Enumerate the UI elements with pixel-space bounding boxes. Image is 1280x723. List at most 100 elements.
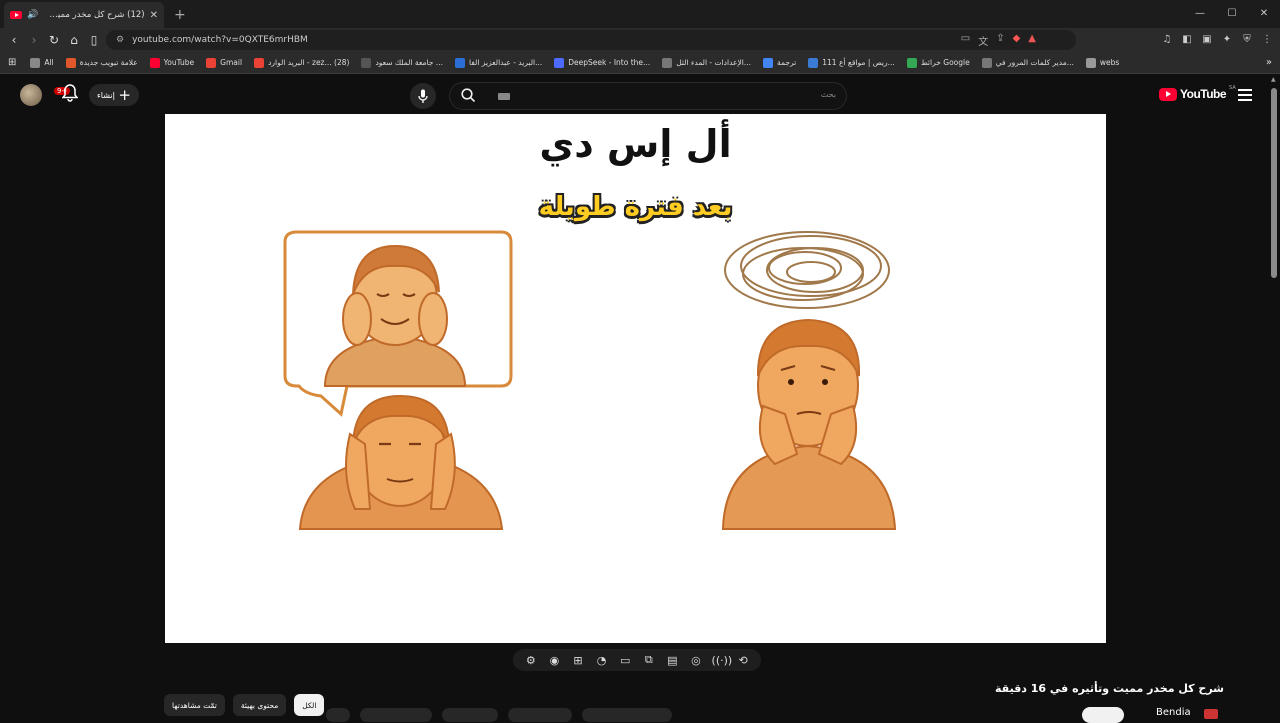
bookmark-item[interactable]: ترجمة xyxy=(763,57,797,68)
site-info-icon[interactable]: ⚙ xyxy=(116,35,124,45)
bookmark-item[interactable]: البريد الوارد - zez... (28) xyxy=(254,57,350,68)
bookmark-favicon-icon xyxy=(554,57,565,68)
bookmark-label: علامة تبويب جديدة xyxy=(79,58,138,67)
brave-rewards-icon[interactable]: ▲ xyxy=(1028,33,1036,48)
channel-avatar[interactable] xyxy=(1204,709,1218,719)
scribble-cloud xyxy=(724,231,890,309)
create-button[interactable]: إنشاء + xyxy=(89,84,139,106)
bookmarks-bar: ⊞ All علامة تبويب جديدة YouTube Gmail البريد… xyxy=(0,52,1280,74)
address-bar-row: ‹ › ↻ ⌂ ▯ ⚙ youtube.com/watch?v=0QXTE6mr… xyxy=(0,28,1280,52)
maximize-button[interactable]: ☐ xyxy=(1216,0,1248,26)
search-placeholder: بحث xyxy=(820,90,836,99)
forward-icon[interactable]: › xyxy=(26,32,42,48)
translate-icon[interactable]: 文 xyxy=(978,33,988,48)
add-frame-icon[interactable]: ⊞ xyxy=(570,654,586,667)
bookmark-label: 111 ريص | مواقع أع... xyxy=(822,58,895,67)
vpn-icon[interactable]: ⛨ xyxy=(1240,32,1254,46)
media-icon[interactable]: ♫ xyxy=(1160,32,1174,46)
video-player[interactable]: أل إس دي بعد فترة طويلة xyxy=(165,114,1106,643)
clapper-icon[interactable]: ▤ xyxy=(664,654,680,667)
bookmark-item[interactable]: علامة تبويب جديدة xyxy=(65,57,138,68)
brave-shield-icon[interactable]: ◆ xyxy=(1013,33,1021,48)
loop-icon[interactable]: ⟲ xyxy=(735,654,751,667)
url-field[interactable]: ⚙ youtube.com/watch?v=0QXTE6mrHBM ▭ 文 ⇪ … xyxy=(106,30,1076,50)
bookmark-item[interactable]: جامعة الملك سعود ... xyxy=(361,57,443,68)
bookmark-label: Gmail xyxy=(220,58,243,67)
eye-icon[interactable]: ◎ xyxy=(688,654,704,667)
scroll-up-arrow-icon[interactable]: ▲ xyxy=(1271,76,1276,83)
video-illustration xyxy=(283,230,897,530)
speaker-icon[interactable]: 🔊 xyxy=(27,10,38,20)
close-tab-icon[interactable]: ✕ xyxy=(150,10,158,21)
share-icon[interactable]: ⇪ xyxy=(996,33,1004,48)
bookmark-favicon-icon xyxy=(454,57,465,68)
avatar[interactable] xyxy=(20,84,42,106)
bookmark-favicon-icon xyxy=(254,57,265,68)
bookmark-item[interactable]: YouTube xyxy=(149,57,195,68)
youtube-play-icon xyxy=(1159,87,1177,101)
bookmark-icon[interactable]: ▯ xyxy=(86,32,102,48)
tab-title: (12) شرح كل مخدر مميت وتأثير... xyxy=(43,10,145,20)
bookmark-item[interactable]: Gmail xyxy=(206,57,243,68)
voice-search-icon[interactable] xyxy=(410,83,436,109)
bookmark-favicon-icon xyxy=(206,57,217,68)
wallet-icon[interactable]: ▣ xyxy=(1200,32,1214,46)
bookmark-favicon-icon xyxy=(361,57,372,68)
page-scrollbar[interactable] xyxy=(1271,88,1277,278)
bookmark-label: ترجمة xyxy=(777,58,797,67)
bookmark-item[interactable]: 111 ريص | مواقع أع... xyxy=(808,57,895,68)
sidebar-icon[interactable]: ◧ xyxy=(1180,32,1194,46)
chip-similar[interactable]: محتوى بهيئة xyxy=(232,694,287,716)
bookmark-item[interactable]: All xyxy=(30,57,54,68)
apps-grid-icon[interactable]: ⊞ xyxy=(8,57,16,68)
minimize-button[interactable]: — xyxy=(1184,0,1216,26)
bookmark-item[interactable]: مدير كلمات المرور في... xyxy=(981,57,1074,68)
channel-name[interactable]: Bendia xyxy=(1156,707,1191,718)
audio-wave-icon[interactable]: ((·)) xyxy=(712,654,733,667)
speed-gauge-icon[interactable]: ◔ xyxy=(594,654,610,667)
bookmark-item[interactable]: webs xyxy=(1085,57,1119,68)
more-menu-icon[interactable]: ⋮ xyxy=(1260,32,1274,46)
bookmark-item[interactable]: DeepSeek - Into the... xyxy=(554,57,651,68)
bookmark-label: DeepSeek - Into the... xyxy=(568,58,651,67)
player-extension-toolbar: ⚙ ◉ ⊞ ◔ ▭ ⧉ ▤ ◎ ((·)) ⟲ xyxy=(513,649,761,671)
bookmark-item[interactable]: خرائط Google xyxy=(906,57,970,68)
screenshot-camera-icon[interactable]: ◉ xyxy=(546,654,562,667)
reload-icon[interactable]: ↻ xyxy=(46,32,62,48)
chip-watched[interactable]: تمّت مشاهدتها xyxy=(164,694,225,716)
plus-icon: + xyxy=(118,86,131,104)
browser-tab[interactable]: 🔊 (12) شرح كل مخدر مميت وتأثير... ✕ xyxy=(4,2,164,28)
cast-icon[interactable]: ▭ xyxy=(961,33,970,48)
new-tab-button[interactable]: + xyxy=(174,2,186,28)
hamburger-menu-icon[interactable] xyxy=(1238,89,1252,101)
chip-all[interactable]: الكل xyxy=(294,694,325,716)
bookmark-favicon-icon xyxy=(763,57,774,68)
back-icon[interactable]: ‹ xyxy=(6,32,22,48)
extensions-area: ♫ ◧ ▣ ✦ ⛨ ⋮ xyxy=(1160,32,1274,46)
bookmark-favicon-icon xyxy=(906,57,917,68)
notifications-bell-icon[interactable] xyxy=(61,84,82,106)
logo-region: SA xyxy=(1229,85,1236,91)
settings-gear-icon[interactable]: ⚙ xyxy=(523,654,539,667)
bookmark-label: الإعدادات - المدء الثل... xyxy=(676,58,752,67)
bookmark-label: مدير كلمات المرور في... xyxy=(995,58,1074,67)
search-icon[interactable] xyxy=(461,88,476,107)
bookmark-label: YouTube xyxy=(163,58,195,67)
bookmark-favicon-icon xyxy=(981,57,992,68)
youtube-logo[interactable]: YouTube SA xyxy=(1159,85,1236,101)
keyboard-icon[interactable] xyxy=(498,93,510,100)
home-icon[interactable]: ⌂ xyxy=(66,32,82,48)
theater-mode-icon[interactable]: ▭ xyxy=(617,654,633,667)
close-window-button[interactable]: ✕ xyxy=(1248,0,1280,26)
bookmark-item[interactable]: الإعدادات - المدء الثل... xyxy=(662,57,752,68)
picture-in-picture-icon[interactable]: ⧉ xyxy=(641,653,657,667)
more-bookmarks-icon[interactable]: » xyxy=(1266,57,1272,68)
bookmark-item[interactable]: البريد - عبدالعزيز الفا... xyxy=(454,57,542,68)
search-input[interactable]: بحث xyxy=(449,82,847,110)
leo-ai-icon[interactable]: ✦ xyxy=(1220,32,1234,46)
subscribe-button[interactable] xyxy=(1082,707,1124,723)
youtube-favicon-icon xyxy=(10,11,22,19)
bookmark-favicon-icon xyxy=(808,57,819,68)
bookmark-label: جامعة الملك سعود ... xyxy=(375,58,443,67)
bookmark-label: البريد الوارد - zez... (28) xyxy=(268,58,350,67)
